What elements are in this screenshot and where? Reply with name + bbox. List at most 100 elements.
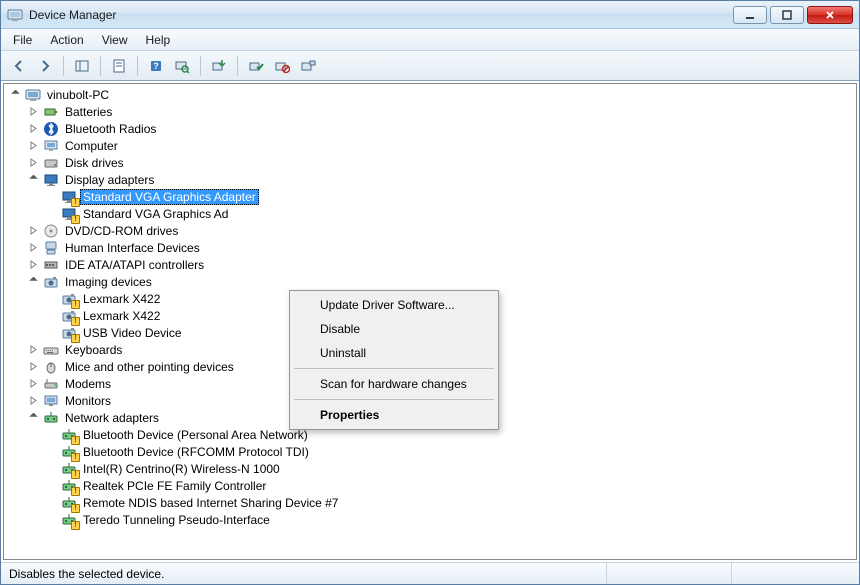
imaging-icon: ! <box>60 325 78 341</box>
tree-node[interactable]: !Remote NDIS based Internet Sharing Devi… <box>6 494 856 511</box>
computer-root-icon <box>24 87 42 103</box>
update-driver-button[interactable] <box>207 54 231 78</box>
maximize-button[interactable] <box>770 6 804 24</box>
menubar: File Action View Help <box>1 29 859 51</box>
tree-node-label: Bluetooth Device (RFCOMM Protocol TDI) <box>80 445 312 459</box>
tree-node[interactable]: !Standard VGA Graphics Ad <box>6 205 856 222</box>
svg-text:?: ? <box>153 61 159 71</box>
menu-separator <box>294 368 494 369</box>
close-button[interactable] <box>807 6 853 24</box>
optical-icon <box>42 223 60 239</box>
tree-node[interactable]: !Standard VGA Graphics Adapter <box>6 188 856 205</box>
expand-icon[interactable] <box>26 224 40 238</box>
tree-node[interactable]: vinubolt-PC <box>6 86 856 103</box>
context-menu-item[interactable]: Scan for hardware changes <box>292 372 496 396</box>
modem-icon <box>42 376 60 392</box>
tree-node[interactable]: !Bluetooth Device (RFCOMM Protocol TDI) <box>6 443 856 460</box>
minimize-button[interactable] <box>733 6 767 24</box>
expander-spacer <box>44 462 58 476</box>
tree-node[interactable]: IDE ATA/ATAPI controllers <box>6 256 856 273</box>
expand-icon[interactable] <box>26 241 40 255</box>
show-hide-tree-button[interactable] <box>70 54 94 78</box>
imaging-icon <box>42 274 60 290</box>
tree-node-label: Human Interface Devices <box>62 241 203 255</box>
statusbar: Disables the selected device. <box>1 562 859 584</box>
tree-node[interactable]: Human Interface Devices <box>6 239 856 256</box>
expand-icon[interactable] <box>26 343 40 357</box>
collapse-icon[interactable] <box>26 411 40 425</box>
tree-node[interactable]: !Teredo Tunneling Pseudo-Interface <box>6 511 856 528</box>
expand-icon[interactable] <box>26 156 40 170</box>
display-icon: ! <box>60 206 78 222</box>
window-title: Device Manager <box>29 8 116 22</box>
network-icon: ! <box>60 512 78 528</box>
menu-view[interactable]: View <box>94 31 136 49</box>
tree-node[interactable]: !Intel(R) Centrino(R) Wireless-N 1000 <box>6 460 856 477</box>
network-icon <box>42 410 60 426</box>
titlebar[interactable]: Device Manager <box>1 1 859 29</box>
network-icon: ! <box>60 478 78 494</box>
expand-icon[interactable] <box>26 139 40 153</box>
menu-separator <box>294 399 494 400</box>
device-tree[interactable]: vinubolt-PCBatteriesBluetooth Radios Comp… <box>3 83 857 560</box>
expand-icon[interactable] <box>26 258 40 272</box>
tree-node-label: Modems <box>62 377 114 391</box>
menu-file[interactable]: File <box>5 31 40 49</box>
collapse-icon[interactable] <box>26 173 40 187</box>
disk-icon <box>42 155 60 171</box>
tree-node[interactable]: !Realtek PCIe FE Family Controller <box>6 477 856 494</box>
disable-button[interactable] <box>270 54 294 78</box>
tree-node-label: Bluetooth Device (Personal Area Network) <box>80 428 311 442</box>
tree-node-label: Standard VGA Graphics Ad <box>80 207 231 221</box>
network-icon: ! <box>60 495 78 511</box>
back-button[interactable] <box>7 54 31 78</box>
tree-node-label: Display adapters <box>62 173 157 187</box>
expand-icon[interactable] <box>26 394 40 408</box>
collapse-icon[interactable] <box>26 275 40 289</box>
expand-icon[interactable] <box>26 377 40 391</box>
uninstall-button[interactable] <box>296 54 320 78</box>
tree-node[interactable]: Batteries <box>6 103 856 120</box>
tree-node-label: Intel(R) Centrino(R) Wireless-N 1000 <box>80 462 283 476</box>
tree-node-label: Monitors <box>62 394 114 408</box>
help-button[interactable]: ? <box>144 54 168 78</box>
scan-hardware-button[interactable] <box>170 54 194 78</box>
device-manager-window: Device Manager File Action View Help ? v… <box>0 0 860 585</box>
properties-button[interactable] <box>107 54 131 78</box>
context-menu-item[interactable]: Properties <box>292 403 496 427</box>
tree-node-label: Imaging devices <box>62 275 155 289</box>
tree-node-label: Computer <box>62 139 121 153</box>
network-icon: ! <box>60 461 78 477</box>
tree-node[interactable]: DVD/CD-ROM drives <box>6 222 856 239</box>
tree-node-label: Network adapters <box>62 411 162 425</box>
battery-icon <box>42 104 60 120</box>
keyboard-icon <box>42 342 60 358</box>
tree-node[interactable]: Imaging devices <box>6 273 856 290</box>
menu-action[interactable]: Action <box>42 31 91 49</box>
tree-node-label: DVD/CD-ROM drives <box>62 224 181 238</box>
context-menu-item[interactable]: Update Driver Software... <box>292 293 496 317</box>
tree-node-label: Realtek PCIe FE Family Controller <box>80 479 269 493</box>
forward-button[interactable] <box>33 54 57 78</box>
tree-node[interactable]: Computer <box>6 137 856 154</box>
expander-spacer <box>44 445 58 459</box>
collapse-icon[interactable] <box>8 88 22 102</box>
tree-node[interactable]: Display adapters <box>6 171 856 188</box>
menu-help[interactable]: Help <box>138 31 179 49</box>
context-menu-item[interactable]: Disable <box>292 317 496 341</box>
toolbar: ? <box>1 51 859 81</box>
expander-spacer <box>44 428 58 442</box>
tree-node-label: Standard VGA Graphics Adapter <box>80 189 259 205</box>
tree-node-label: USB Video Device <box>80 326 185 340</box>
tree-node[interactable]: Bluetooth Radios <box>6 120 856 137</box>
expand-icon[interactable] <box>26 360 40 374</box>
tree-node-label: Keyboards <box>62 343 125 357</box>
mouse-icon <box>42 359 60 375</box>
context-menu-item[interactable]: Uninstall <box>292 341 496 365</box>
display-icon: ! <box>60 189 78 205</box>
expand-icon[interactable] <box>26 105 40 119</box>
enable-button[interactable] <box>244 54 268 78</box>
expand-icon[interactable] <box>26 122 40 136</box>
expander-spacer <box>44 190 58 204</box>
tree-node[interactable]: Disk drives <box>6 154 856 171</box>
